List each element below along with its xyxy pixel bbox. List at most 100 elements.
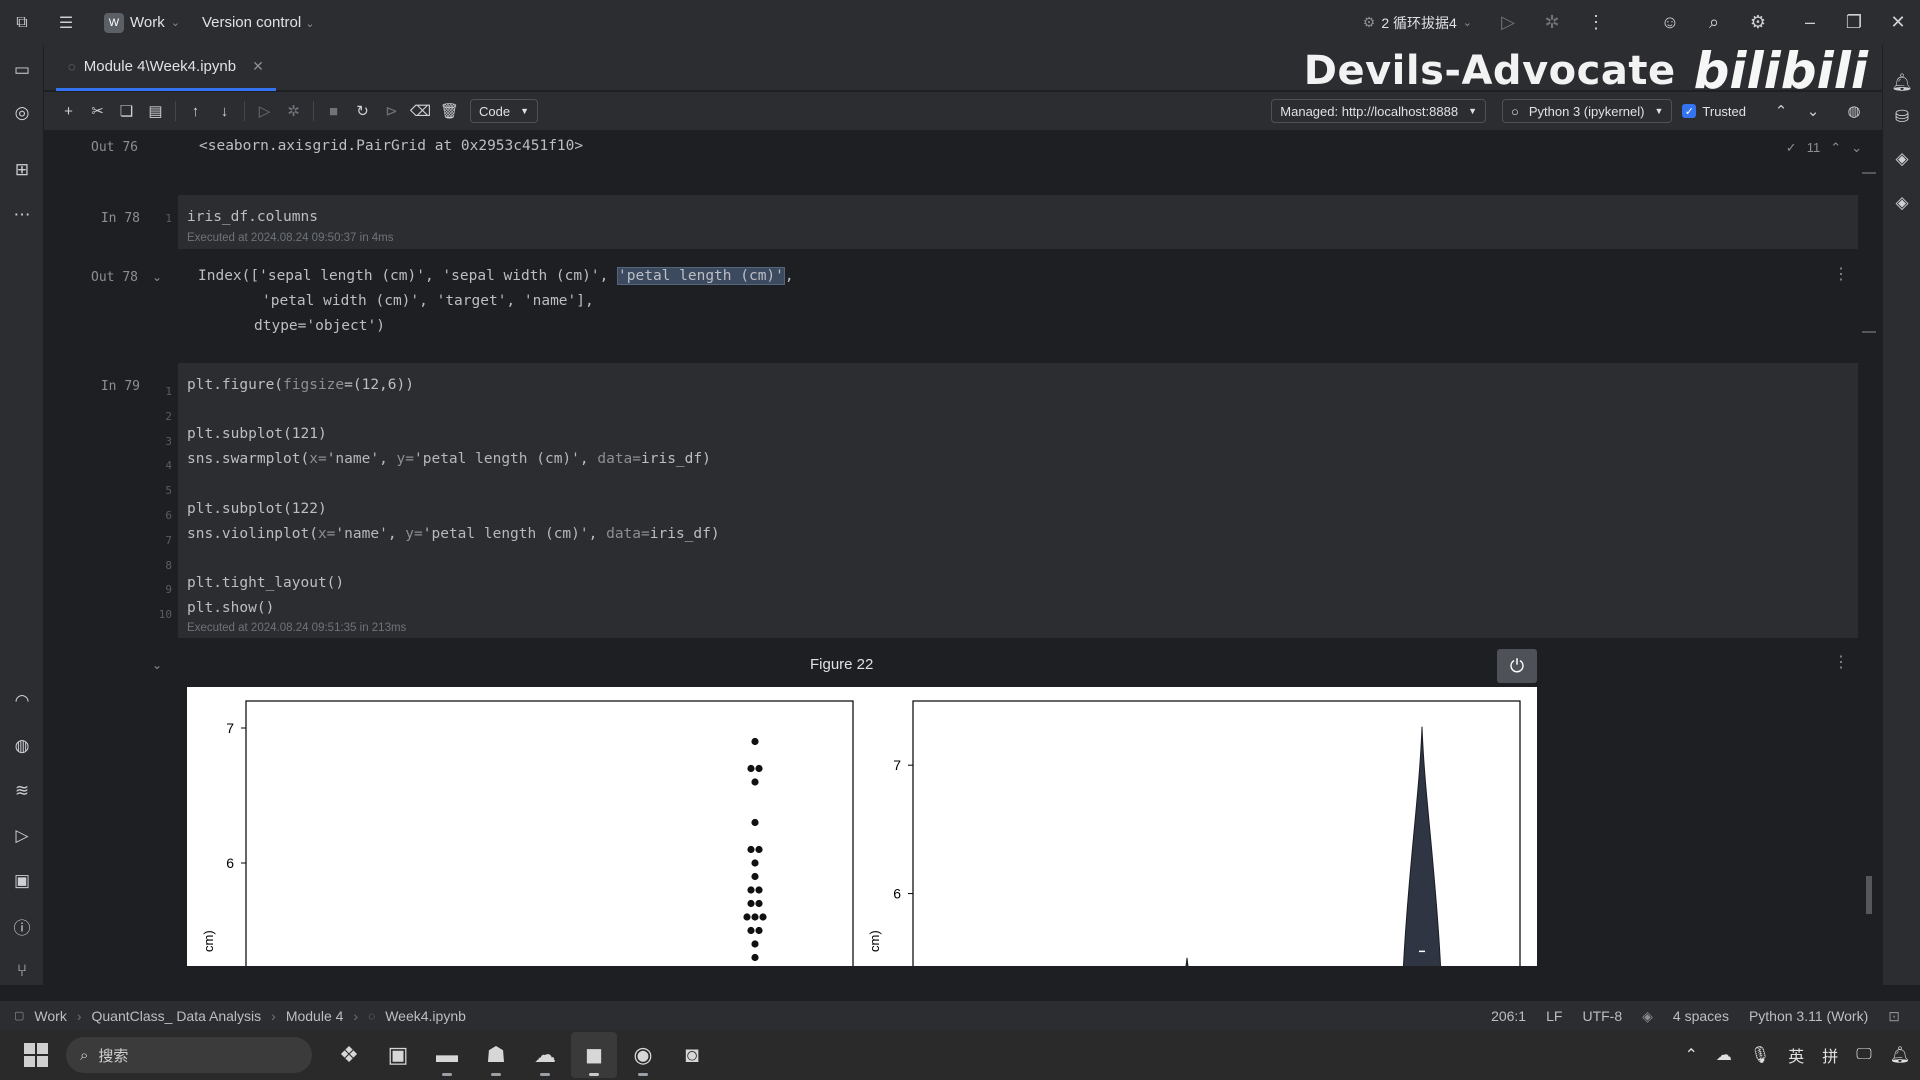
minimize-icon[interactable]: – [1788,0,1832,45]
notifications-icon[interactable]: 🔔︎ [1883,65,1920,101]
more-tools-icon[interactable]: ⋯ [0,197,44,233]
microphone-icon[interactable]: 🎙︎ [1750,1045,1770,1065]
collapse-chevron-icon[interactable]: ⌄ [152,270,162,284]
ai-status-icon[interactable]: ◈ [1642,1008,1653,1025]
move-up-icon[interactable]: ↑ [181,92,210,130]
widgets-icon[interactable]: ❖ [326,1032,372,1078]
services-icon[interactable]: ▷ [0,818,44,854]
terminal-app-icon[interactable]: ▣ [375,1032,421,1078]
code-line[interactable]: iris_df.columns [187,209,318,225]
run-icon[interactable]: ▷ [1486,0,1530,45]
line-separator[interactable]: LF [1546,1008,1562,1024]
notification-bell-icon[interactable]: 🔔︎ [1890,1045,1910,1065]
search-icon[interactable]: ⌕ [1692,0,1736,45]
breadcrumb-item[interactable]: Week4.ipynb [385,1008,466,1024]
pycharm-icon[interactable]: ◼ [571,1032,617,1078]
terminal-icon[interactable]: ▣ [0,863,44,899]
problems-icon[interactable]: ⓘ [0,908,44,944]
close-window-icon[interactable]: ✕ [1876,0,1920,45]
file-encoding[interactable]: UTF-8 [1582,1008,1622,1024]
git-icon[interactable]: ⑂ [0,953,44,989]
collapse-chevron-icon[interactable]: ⌄ [152,658,162,672]
server-select[interactable]: Managed: http://localhost:8888 ▼ [1271,99,1486,123]
settings-gear-icon[interactable]: ⚙ [1736,0,1780,45]
kernel-select[interactable]: ○ Python 3 (ipykernel) ▼ [1502,99,1673,123]
windows-start-icon[interactable] [16,1035,56,1075]
code-token: iris_df) [641,451,711,467]
cell-prompt: In 78 [100,211,140,226]
code-line[interactable]: plt.tight_layout() [187,575,344,591]
input-language[interactable]: 英 [1788,1043,1804,1067]
cut-icon[interactable]: ✂ [83,92,112,130]
taskbar-search[interactable]: ⌕ 搜索 [66,1037,312,1073]
python-interpreter[interactable]: Python 3.11 (Work) [1749,1008,1868,1024]
breadcrumb-item[interactable]: Module 4 [286,1008,344,1024]
layers-icon[interactable]: ≋ [0,773,44,809]
restart-kernel-icon[interactable]: ↻ [348,92,377,130]
run-all-icon[interactable]: ⊳ [377,92,406,130]
structure-icon[interactable]: ⊞ [0,152,44,188]
caret-position[interactable]: 206:1 [1491,1008,1526,1024]
code-line[interactable]: plt.subplot(121) [187,426,327,442]
chevron-down-icon[interactable]: ⌄ [1802,92,1824,130]
main-menu-icon[interactable]: ☰ [44,0,88,45]
database-icon[interactable]: ⛁ [1883,99,1920,135]
lock-icon[interactable]: ⊡ [1888,1008,1900,1025]
run-config-selector[interactable]: ⚙ 2 循环拔据4 ⌄ [1363,13,1472,33]
more-icon[interactable]: ⋮ [1574,0,1618,45]
copy-icon[interactable]: ❏ [112,92,141,130]
code-line[interactable]: plt.show() [187,600,274,616]
close-icon[interactable]: ✕ [252,58,264,75]
breadcrumb-item[interactable]: QuantClass_ Data Analysis [92,1008,262,1024]
editor-scrollbar-thumb[interactable] [1866,876,1872,914]
restore-icon[interactable]: ❐ [1832,0,1876,45]
onedrive-cloud-icon[interactable]: ☁ [1716,1045,1732,1065]
copilot-icon[interactable]: ◈ [1883,185,1920,221]
wechat-icon[interactable]: ☁ [522,1032,568,1078]
add-user-icon[interactable]: ☺ [1648,0,1692,45]
input-method[interactable]: 拼 [1822,1043,1838,1067]
trusted-toggle[interactable]: ✓ Trusted [1682,104,1746,119]
breadcrumb-item[interactable]: Work [34,1008,66,1024]
app-logo-icon[interactable]: ⧉ [0,0,44,45]
debug-icon[interactable]: ✲ [1530,0,1574,45]
clear-outputs-icon[interactable]: ⌫ [406,92,435,130]
cell-type-select[interactable]: Code ▼ [470,99,538,123]
tab-week4-notebook[interactable]: ◌ Module 4\Week4.ipynb ✕ [56,45,276,91]
cell-output-menu-icon[interactable]: ⋮ [1833,264,1849,284]
python-console-icon[interactable]: ◠ [0,683,44,719]
inspections-widget[interactable]: ✓ 11 ⌃ ⌄ [1786,140,1862,156]
recorder-icon[interactable]: ◙ [669,1032,715,1078]
project-selector[interactable]: W Work ⌄ [96,9,188,37]
figure-menu-icon[interactable]: ⋮ [1833,652,1849,672]
chevron-up-icon[interactable]: ⌃ [1685,1045,1698,1065]
move-down-icon[interactable]: ↓ [210,92,239,130]
code-line[interactable]: sns.violinplot(x='name', y='petal length… [187,526,720,542]
paste-icon[interactable]: ▤ [141,92,170,130]
cat-app-icon[interactable]: ☗ [473,1032,519,1078]
chrome-icon[interactable]: ◉ [620,1032,666,1078]
code-cell[interactable] [178,195,1858,249]
code-line[interactable]: plt.subplot(122) [187,501,327,517]
file-explorer-icon[interactable]: ▬ [424,1032,470,1078]
ai-assistant-icon[interactable]: ◈ [1883,141,1920,177]
add-cell-icon[interactable]: + [54,92,83,130]
code-token: , [579,451,598,467]
code-line[interactable]: plt.figure(figsize=(12,6)) [187,377,414,393]
indent-setting[interactable]: 4 spaces [1673,1008,1729,1024]
debug-cell-icon[interactable]: ✲ [279,92,308,130]
python-packages-icon[interactable]: ◍ [0,728,44,764]
run-cell-icon[interactable]: ▷ [250,92,279,130]
network-speaker-icon[interactable]: 🖵 [1856,1046,1871,1064]
notebook-editor[interactable]: ✓ 11 ⌃ ⌄ Out 76 <seaborn.axisgrid.PairGr… [44,131,1882,966]
delete-icon[interactable]: 🗑︎ [435,92,464,130]
power-icon[interactable]: ⏻ [1497,649,1537,683]
stop-icon[interactable]: ■ [319,92,348,130]
code-cell[interactable] [178,363,1858,638]
folder-icon[interactable]: ▭ [0,52,44,88]
chevron-up-icon[interactable]: ⌃ [1770,92,1792,130]
jupyter-icon[interactable]: ◎ [0,95,44,131]
code-line[interactable]: sns.swarmplot(x='name', y='petal length … [187,451,711,467]
version-control-menu[interactable]: Version control ⌄ [202,14,315,31]
globe-icon[interactable]: ◍ [1834,92,1874,130]
